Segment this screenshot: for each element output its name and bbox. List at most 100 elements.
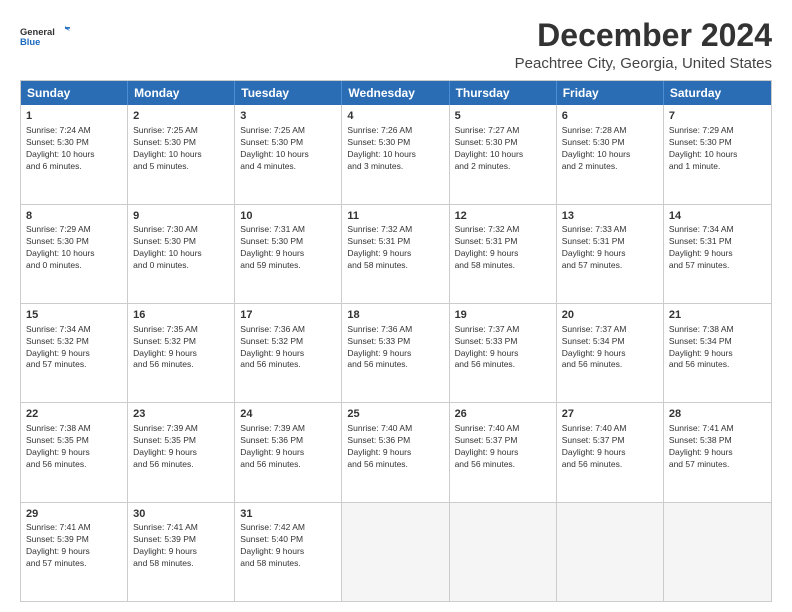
day-number: 27 xyxy=(562,407,658,422)
day-info: Sunrise: 7:27 AMSunset: 5:30 PMDaylight:… xyxy=(455,125,551,173)
day-info: Sunrise: 7:37 AMSunset: 5:33 PMDaylight:… xyxy=(455,324,551,372)
day-number: 3 xyxy=(240,109,336,124)
day-cell-31: 31Sunrise: 7:42 AMSunset: 5:40 PMDayligh… xyxy=(235,503,342,601)
title-block: December 2024 Peachtree City, Georgia, U… xyxy=(515,18,772,72)
day-info: Sunrise: 7:41 AMSunset: 5:39 PMDaylight:… xyxy=(133,522,229,570)
day-info: Sunrise: 7:39 AMSunset: 5:35 PMDaylight:… xyxy=(133,423,229,471)
day-info: Sunrise: 7:41 AMSunset: 5:39 PMDaylight:… xyxy=(26,522,122,570)
calendar-row-4: 22Sunrise: 7:38 AMSunset: 5:35 PMDayligh… xyxy=(21,403,771,502)
day-cell-5: 5Sunrise: 7:27 AMSunset: 5:30 PMDaylight… xyxy=(450,105,557,203)
day-cell-8: 8Sunrise: 7:29 AMSunset: 5:30 PMDaylight… xyxy=(21,205,128,303)
day-cell-11: 11Sunrise: 7:32 AMSunset: 5:31 PMDayligh… xyxy=(342,205,449,303)
day-number: 18 xyxy=(347,308,443,323)
day-number: 20 xyxy=(562,308,658,323)
day-cell-7: 7Sunrise: 7:29 AMSunset: 5:30 PMDaylight… xyxy=(664,105,771,203)
day-header-friday: Friday xyxy=(557,81,664,105)
day-info: Sunrise: 7:40 AMSunset: 5:37 PMDaylight:… xyxy=(562,423,658,471)
calendar-row-3: 15Sunrise: 7:34 AMSunset: 5:32 PMDayligh… xyxy=(21,304,771,403)
day-cell-20: 20Sunrise: 7:37 AMSunset: 5:34 PMDayligh… xyxy=(557,304,664,402)
day-cell-15: 15Sunrise: 7:34 AMSunset: 5:32 PMDayligh… xyxy=(21,304,128,402)
day-cell-3: 3Sunrise: 7:25 AMSunset: 5:30 PMDaylight… xyxy=(235,105,342,203)
calendar-row-2: 8Sunrise: 7:29 AMSunset: 5:30 PMDaylight… xyxy=(21,205,771,304)
day-cell-16: 16Sunrise: 7:35 AMSunset: 5:32 PMDayligh… xyxy=(128,304,235,402)
day-info: Sunrise: 7:29 AMSunset: 5:30 PMDaylight:… xyxy=(26,224,122,272)
day-number: 12 xyxy=(455,209,551,224)
day-info: Sunrise: 7:36 AMSunset: 5:32 PMDaylight:… xyxy=(240,324,336,372)
day-cell-2: 2Sunrise: 7:25 AMSunset: 5:30 PMDaylight… xyxy=(128,105,235,203)
logo: General Blue xyxy=(20,18,70,54)
day-number: 15 xyxy=(26,308,122,323)
day-cell-empty xyxy=(342,503,449,601)
day-cell-19: 19Sunrise: 7:37 AMSunset: 5:33 PMDayligh… xyxy=(450,304,557,402)
day-info: Sunrise: 7:25 AMSunset: 5:30 PMDaylight:… xyxy=(240,125,336,173)
day-info: Sunrise: 7:40 AMSunset: 5:36 PMDaylight:… xyxy=(347,423,443,471)
day-number: 30 xyxy=(133,507,229,522)
day-cell-30: 30Sunrise: 7:41 AMSunset: 5:39 PMDayligh… xyxy=(128,503,235,601)
day-number: 7 xyxy=(669,109,766,124)
day-header-saturday: Saturday xyxy=(664,81,771,105)
day-number: 2 xyxy=(133,109,229,124)
calendar-row-5: 29Sunrise: 7:41 AMSunset: 5:39 PMDayligh… xyxy=(21,503,771,601)
day-cell-13: 13Sunrise: 7:33 AMSunset: 5:31 PMDayligh… xyxy=(557,205,664,303)
subtitle: Peachtree City, Georgia, United States xyxy=(515,55,772,72)
day-number: 14 xyxy=(669,209,766,224)
day-cell-empty xyxy=(557,503,664,601)
day-cell-17: 17Sunrise: 7:36 AMSunset: 5:32 PMDayligh… xyxy=(235,304,342,402)
day-info: Sunrise: 7:25 AMSunset: 5:30 PMDaylight:… xyxy=(133,125,229,173)
day-cell-26: 26Sunrise: 7:40 AMSunset: 5:37 PMDayligh… xyxy=(450,403,557,501)
day-cell-21: 21Sunrise: 7:38 AMSunset: 5:34 PMDayligh… xyxy=(664,304,771,402)
day-info: Sunrise: 7:36 AMSunset: 5:33 PMDaylight:… xyxy=(347,324,443,372)
day-cell-6: 6Sunrise: 7:28 AMSunset: 5:30 PMDaylight… xyxy=(557,105,664,203)
day-number: 22 xyxy=(26,407,122,422)
main-title: December 2024 xyxy=(515,18,772,53)
day-header-tuesday: Tuesday xyxy=(235,81,342,105)
day-cell-22: 22Sunrise: 7:38 AMSunset: 5:35 PMDayligh… xyxy=(21,403,128,501)
svg-text:Blue: Blue xyxy=(20,37,40,47)
day-cell-28: 28Sunrise: 7:41 AMSunset: 5:38 PMDayligh… xyxy=(664,403,771,501)
day-number: 23 xyxy=(133,407,229,422)
calendar-row-1: 1Sunrise: 7:24 AMSunset: 5:30 PMDaylight… xyxy=(21,105,771,204)
day-number: 9 xyxy=(133,209,229,224)
day-number: 19 xyxy=(455,308,551,323)
day-info: Sunrise: 7:40 AMSunset: 5:37 PMDaylight:… xyxy=(455,423,551,471)
calendar-body: 1Sunrise: 7:24 AMSunset: 5:30 PMDaylight… xyxy=(21,105,771,601)
day-info: Sunrise: 7:34 AMSunset: 5:31 PMDaylight:… xyxy=(669,224,766,272)
day-number: 25 xyxy=(347,407,443,422)
day-number: 24 xyxy=(240,407,336,422)
day-cell-14: 14Sunrise: 7:34 AMSunset: 5:31 PMDayligh… xyxy=(664,205,771,303)
day-cell-4: 4Sunrise: 7:26 AMSunset: 5:30 PMDaylight… xyxy=(342,105,449,203)
day-cell-9: 9Sunrise: 7:30 AMSunset: 5:30 PMDaylight… xyxy=(128,205,235,303)
day-cell-23: 23Sunrise: 7:39 AMSunset: 5:35 PMDayligh… xyxy=(128,403,235,501)
day-info: Sunrise: 7:34 AMSunset: 5:32 PMDaylight:… xyxy=(26,324,122,372)
day-number: 11 xyxy=(347,209,443,224)
day-info: Sunrise: 7:24 AMSunset: 5:30 PMDaylight:… xyxy=(26,125,122,173)
day-number: 31 xyxy=(240,507,336,522)
day-info: Sunrise: 7:30 AMSunset: 5:30 PMDaylight:… xyxy=(133,224,229,272)
day-info: Sunrise: 7:37 AMSunset: 5:34 PMDaylight:… xyxy=(562,324,658,372)
day-number: 17 xyxy=(240,308,336,323)
day-number: 4 xyxy=(347,109,443,124)
day-info: Sunrise: 7:31 AMSunset: 5:30 PMDaylight:… xyxy=(240,224,336,272)
day-info: Sunrise: 7:38 AMSunset: 5:35 PMDaylight:… xyxy=(26,423,122,471)
day-info: Sunrise: 7:38 AMSunset: 5:34 PMDaylight:… xyxy=(669,324,766,372)
day-header-monday: Monday xyxy=(128,81,235,105)
day-cell-18: 18Sunrise: 7:36 AMSunset: 5:33 PMDayligh… xyxy=(342,304,449,402)
day-number: 1 xyxy=(26,109,122,124)
day-info: Sunrise: 7:28 AMSunset: 5:30 PMDaylight:… xyxy=(562,125,658,173)
day-cell-10: 10Sunrise: 7:31 AMSunset: 5:30 PMDayligh… xyxy=(235,205,342,303)
day-number: 21 xyxy=(669,308,766,323)
calendar-header: SundayMondayTuesdayWednesdayThursdayFrid… xyxy=(21,81,771,105)
day-info: Sunrise: 7:42 AMSunset: 5:40 PMDaylight:… xyxy=(240,522,336,570)
day-info: Sunrise: 7:35 AMSunset: 5:32 PMDaylight:… xyxy=(133,324,229,372)
day-cell-24: 24Sunrise: 7:39 AMSunset: 5:36 PMDayligh… xyxy=(235,403,342,501)
day-info: Sunrise: 7:29 AMSunset: 5:30 PMDaylight:… xyxy=(669,125,766,173)
day-info: Sunrise: 7:41 AMSunset: 5:38 PMDaylight:… xyxy=(669,423,766,471)
day-number: 8 xyxy=(26,209,122,224)
day-number: 28 xyxy=(669,407,766,422)
day-number: 26 xyxy=(455,407,551,422)
day-info: Sunrise: 7:32 AMSunset: 5:31 PMDaylight:… xyxy=(347,224,443,272)
day-info: Sunrise: 7:39 AMSunset: 5:36 PMDaylight:… xyxy=(240,423,336,471)
day-header-thursday: Thursday xyxy=(450,81,557,105)
svg-text:General: General xyxy=(20,27,55,37)
day-number: 29 xyxy=(26,507,122,522)
